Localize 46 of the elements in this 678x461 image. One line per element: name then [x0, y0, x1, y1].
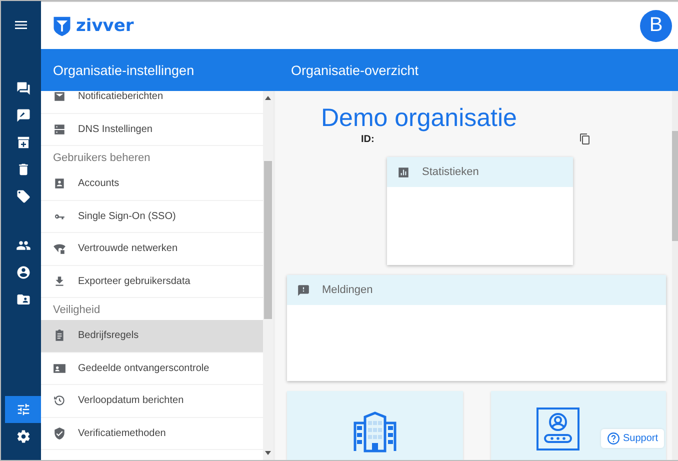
- group-icon: [16, 238, 30, 253]
- organization-tile[interactable]: [287, 391, 462, 460]
- bar-chart-icon: [397, 166, 410, 178]
- chat-icon: [16, 81, 30, 96]
- shield-check-icon: [53, 426, 66, 440]
- clipboard-icon: [53, 329, 66, 342]
- mail-icon: [53, 91, 66, 104]
- wifi-lock-icon: [53, 242, 66, 256]
- card-title: Meldingen: [322, 284, 373, 296]
- server-icon: [53, 122, 66, 136]
- comment-edit-icon: [16, 108, 30, 123]
- sidebar-item[interactable]: Accounts: [41, 168, 263, 200]
- page-title: Organisatie-overzicht: [290, 62, 419, 78]
- history-icon: [53, 394, 66, 408]
- alert-message-icon: [297, 284, 310, 296]
- archive-icon: [16, 135, 30, 150]
- support-button[interactable]: Support: [601, 429, 664, 448]
- settings-icon: [16, 429, 30, 444]
- sidebar-item[interactable]: Gedeelde ontvangerscontrole: [41, 352, 263, 385]
- scroll-up-icon[interactable]: [265, 95, 271, 101]
- sidebar-item[interactable]: Verificatiemethoden: [41, 418, 263, 450]
- section-heading: Gebruikers beheren: [52, 151, 152, 166]
- panel-title: Organisatie-instellingen: [52, 62, 196, 78]
- contact-folder-icon: [16, 292, 30, 307]
- help-icon: [607, 432, 620, 445]
- id-label: ID:: [361, 134, 374, 144]
- user-login-icon: [536, 407, 580, 451]
- scroll-down-icon[interactable]: [265, 450, 271, 456]
- sidebar-item[interactable]: DNS Instellingen: [41, 114, 263, 146]
- contact-share-icon: [53, 362, 66, 375]
- organization-name: Demo organisatie: [321, 103, 518, 133]
- scrollbar[interactable]: [672, 91, 678, 460]
- sidebar-item[interactable]: Notificatieberichten: [41, 91, 263, 114]
- contact-card-icon: [53, 177, 66, 190]
- sliders-icon: [16, 402, 30, 417]
- logo-text: zivver: [76, 16, 134, 36]
- sidebar-item[interactable]: Bedrijfsregels: [41, 320, 263, 352]
- avatar-button[interactable]: B: [640, 10, 672, 42]
- card-title: Statistieken: [422, 166, 479, 178]
- building-icon: [352, 411, 397, 453]
- login-tile[interactable]: [490, 391, 666, 460]
- section-heading: Veiligheid: [52, 303, 102, 318]
- tag-icon: [16, 189, 30, 204]
- scrollbar[interactable]: [263, 91, 273, 460]
- copy-icon[interactable]: [579, 133, 591, 145]
- download-icon: [53, 274, 66, 288]
